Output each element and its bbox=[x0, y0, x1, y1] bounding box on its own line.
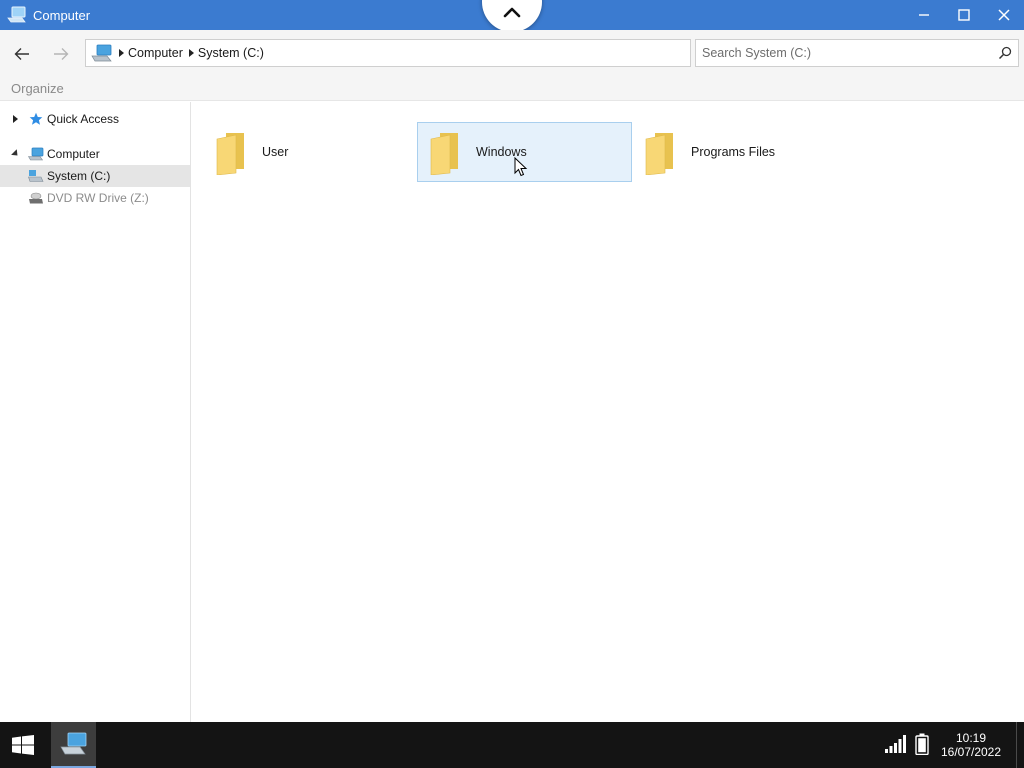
arrow-right-icon bbox=[54, 48, 69, 60]
taskbar-app-computer[interactable] bbox=[51, 722, 96, 768]
minimize-button[interactable] bbox=[904, 0, 944, 30]
collapse-button[interactable] bbox=[482, 0, 542, 32]
dvd-drive-icon bbox=[28, 190, 44, 206]
address-row: Computer System (C:) bbox=[0, 30, 1024, 76]
search-input[interactable] bbox=[702, 46, 992, 60]
address-bar[interactable]: Computer System (C:) bbox=[85, 39, 691, 67]
clock-time: 10:19 bbox=[955, 731, 987, 745]
maximize-icon bbox=[958, 9, 970, 21]
maximize-button[interactable] bbox=[944, 0, 984, 30]
close-icon bbox=[998, 9, 1010, 21]
folder-item-windows[interactable]: Windows bbox=[417, 122, 632, 182]
computer-icon bbox=[59, 732, 86, 755]
command-bar: Organize bbox=[0, 76, 1024, 101]
chevron-up-icon bbox=[503, 7, 521, 18]
arrow-left-icon bbox=[14, 48, 29, 60]
sidebar-item-label: DVD RW Drive (Z:) bbox=[47, 191, 149, 205]
folder-icon bbox=[645, 133, 673, 175]
breadcrumb-system-c[interactable]: System (C:) bbox=[198, 46, 264, 60]
computer-icon bbox=[91, 43, 113, 63]
taskbar: 10:19 16/07/2022 bbox=[0, 722, 1024, 768]
battery-icon[interactable] bbox=[915, 733, 929, 755]
sidebar-item-dvd-drive[interactable]: DVD RW Drive (Z:) bbox=[0, 187, 190, 209]
folder-label: User bbox=[262, 145, 289, 159]
file-list: User Windows Programs Files bbox=[192, 102, 1024, 722]
folder-item-user[interactable]: User bbox=[203, 122, 418, 182]
computer-icon bbox=[28, 146, 44, 162]
folder-item-programs-files[interactable]: Programs Files bbox=[632, 122, 847, 182]
folder-label: Windows bbox=[476, 145, 527, 159]
drive-icon bbox=[28, 168, 44, 184]
folder-label: Programs Files bbox=[691, 145, 776, 159]
system-clock[interactable]: 10:19 16/07/2022 bbox=[936, 731, 1006, 759]
close-button[interactable] bbox=[984, 0, 1024, 30]
sidebar-item-quick-access[interactable]: Quick Access bbox=[0, 108, 190, 130]
clock-date: 16/07/2022 bbox=[940, 745, 1002, 759]
sidebar-item-label: Computer bbox=[47, 147, 100, 161]
title-bar: Computer bbox=[0, 0, 1024, 32]
start-button[interactable] bbox=[0, 722, 46, 768]
search-icon[interactable] bbox=[998, 46, 1012, 60]
folder-icon bbox=[216, 133, 244, 175]
window-title: Computer bbox=[33, 7, 91, 23]
organize-menu[interactable]: Organize bbox=[11, 81, 64, 96]
sidebar-item-system-c[interactable]: System (C:) bbox=[0, 165, 190, 187]
breadcrumb-separator-icon bbox=[119, 49, 124, 57]
computer-icon bbox=[6, 4, 28, 26]
sidebar-item-computer[interactable]: Computer bbox=[0, 143, 190, 165]
expand-arrow-icon[interactable] bbox=[10, 114, 20, 124]
breadcrumb-computer[interactable]: Computer bbox=[128, 46, 183, 60]
navigation-pane: Quick Access Computer System (C:) DVD RW… bbox=[0, 102, 191, 722]
folder-icon bbox=[430, 133, 458, 175]
breadcrumb-separator-icon bbox=[188, 49, 194, 57]
sidebar-item-label: Quick Access bbox=[47, 112, 120, 126]
sidebar-item-label: System (C:) bbox=[47, 169, 111, 183]
forward-button[interactable] bbox=[49, 42, 73, 66]
minimize-icon bbox=[919, 14, 929, 16]
star-icon bbox=[28, 111, 44, 127]
show-desktop-button[interactable] bbox=[1016, 722, 1024, 768]
windows-logo-icon bbox=[12, 735, 34, 755]
back-button[interactable] bbox=[10, 42, 34, 66]
collapse-arrow-icon[interactable] bbox=[10, 148, 21, 159]
search-box[interactable] bbox=[695, 39, 1019, 67]
signal-icon[interactable] bbox=[885, 735, 907, 753]
